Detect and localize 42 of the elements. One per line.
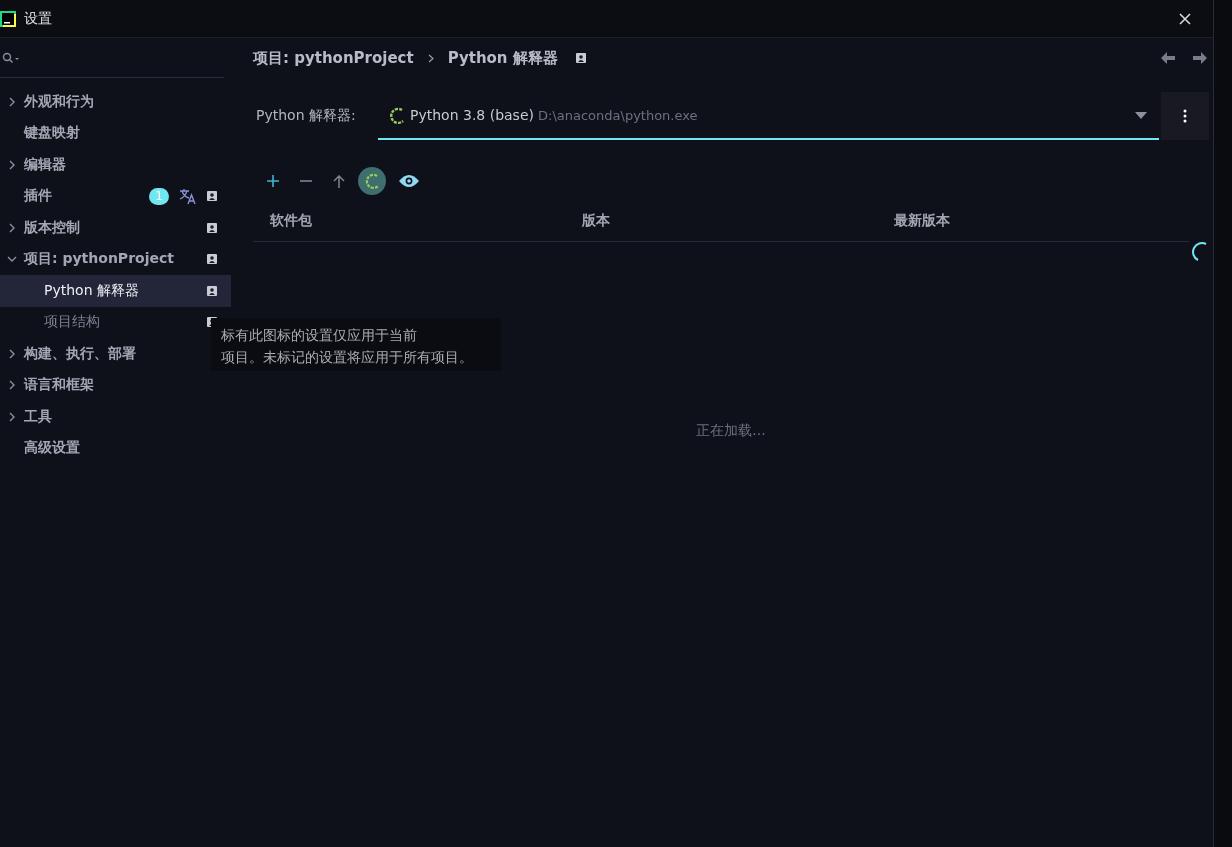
interpreter-dropdown[interactable]: Python 3.8 (base) D:\anaconda\python.exe bbox=[378, 92, 1159, 140]
window-title: 设置 bbox=[24, 9, 52, 28]
loading-spinner-icon bbox=[1191, 242, 1209, 262]
add-icon[interactable] bbox=[267, 175, 279, 187]
sidebar-item[interactable]: 键盘映射 bbox=[0, 117, 98, 149]
up-arrow-icon[interactable] bbox=[333, 174, 345, 188]
chevron-right-icon[interactable] bbox=[7, 222, 17, 233]
sidebar-item[interactable]: 高级设置 bbox=[0, 432, 98, 464]
caret-icon bbox=[1135, 111, 1147, 119]
close-icon[interactable] bbox=[1179, 12, 1191, 25]
breadcrumb-separator-icon bbox=[427, 53, 434, 63]
chevron-right-icon[interactable] bbox=[7, 159, 17, 170]
eye-icon[interactable] bbox=[399, 175, 419, 187]
breadcrumb-item[interactable]: 项目: pythonProject bbox=[253, 48, 414, 68]
sidebar-item[interactable]: 构建、执行、部署 bbox=[0, 338, 154, 370]
sidebar-item[interactable]: 项目: pythonProject bbox=[0, 243, 231, 275]
chevron-right-icon[interactable] bbox=[7, 348, 17, 359]
search-icon bbox=[2, 51, 20, 64]
chevron-right-icon[interactable] bbox=[7, 411, 17, 422]
sidebar-item[interactable]: 编辑器 bbox=[0, 149, 84, 181]
sidebar-item[interactable]: 插件 1 bbox=[0, 180, 231, 212]
back-arrow-icon[interactable] bbox=[1161, 52, 1175, 64]
sidebar-item[interactable]: 工具 bbox=[0, 401, 70, 433]
forward-arrow-icon[interactable] bbox=[1193, 52, 1207, 64]
tooltip: 标有此图标的设置仅应用于当前 项目。未标记的设置将应用于所有项目。 bbox=[211, 318, 501, 371]
sidebar-item[interactable]: 版本控制 bbox=[0, 212, 231, 244]
sidebar-item[interactable]: Python 解释器 bbox=[0, 275, 231, 307]
column-header[interactable]: 最新版本 bbox=[877, 212, 1189, 230]
chevron-right-icon[interactable] bbox=[7, 96, 17, 107]
more-icon bbox=[1183, 109, 1187, 123]
conda-button-icon[interactable] bbox=[358, 167, 386, 195]
field-label: Python 解释器: bbox=[256, 107, 357, 125]
loading-text: 正在加载... bbox=[696, 422, 766, 440]
breadcrumb-item[interactable]: Python 解释器 bbox=[447, 48, 558, 68]
chevron-right-icon[interactable] bbox=[7, 380, 17, 391]
sidebar-item[interactable]: 语言和框架 bbox=[0, 369, 112, 401]
app-logo-icon bbox=[0, 10, 16, 27]
count-badge: 1 bbox=[149, 187, 169, 205]
column-header[interactable]: 软件包 bbox=[253, 212, 565, 230]
conda-icon bbox=[388, 105, 406, 125]
sidebar-item[interactable]: 外观和行为 bbox=[0, 86, 112, 118]
column-header[interactable]: 版本 bbox=[565, 212, 877, 230]
